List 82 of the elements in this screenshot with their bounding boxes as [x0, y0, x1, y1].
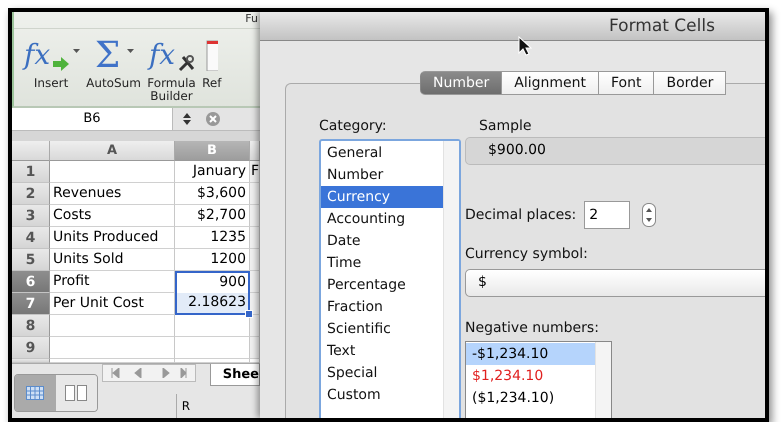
row-header[interactable]: 6: [12, 271, 50, 293]
list-item[interactable]: ($1,234.10): [466, 387, 595, 409]
normal-view-button[interactable]: [15, 375, 56, 411]
caret-icon: [73, 49, 80, 53]
scrollbar-track[interactable]: [443, 141, 459, 418]
ribbon-button[interactable]: Ref: [202, 33, 222, 90]
pages-icon: [65, 385, 88, 401]
window-title: Format Cells: [609, 16, 715, 36]
decimal-places-label: Decimal places:: [465, 206, 576, 224]
ribbon-button[interactable]: fx Formula Builder: [146, 33, 196, 103]
table-cell: Costs: [50, 205, 175, 227]
fill-handle[interactable]: [245, 310, 253, 318]
ribbon-button[interactable]: fx Insert: [22, 33, 80, 90]
scrollbar-track[interactable]: [595, 342, 611, 418]
table-cell: Revenues: [50, 183, 175, 205]
ribbon-button[interactable]: Σ AutoSum: [86, 33, 141, 90]
list-item[interactable]: Accounting: [321, 208, 443, 230]
table-cell: $2,700: [175, 205, 250, 227]
tab[interactable]: Font: [598, 71, 654, 95]
stepper-icon[interactable]: [642, 203, 656, 227]
currency-symbol-dropdown[interactable]: $: [465, 269, 765, 297]
selected-cell: 900: [175, 271, 250, 293]
list-item[interactable]: Fraction: [321, 296, 443, 318]
column-header[interactable]: A: [50, 141, 175, 161]
tools-icon: [178, 54, 196, 72]
table-cell: F: [250, 161, 260, 183]
table-cell: 1235: [175, 227, 250, 249]
tab[interactable]: Border: [654, 71, 726, 95]
sample-label: Sample: [479, 117, 532, 135]
pointer-icon: [518, 36, 532, 56]
sheet-navigation-icon[interactable]: [110, 368, 187, 378]
tab[interactable]: Alignment: [502, 71, 599, 95]
row-header[interactable]: 8: [12, 315, 50, 337]
list-item[interactable]: Text: [321, 340, 443, 362]
list-item[interactable]: Special: [321, 362, 443, 384]
function-icon: fx: [146, 36, 178, 74]
list-item[interactable]: Date: [321, 230, 443, 252]
group-title: Fu: [14, 12, 260, 29]
arrow-icon: [53, 57, 70, 71]
negative-numbers-list[interactable]: -$1,234.10 $1,234.10 ($1,234.10): [465, 341, 612, 418]
category-list[interactable]: General Number Currency Accounting Date Time Percentage Fraction Scientific Text Special Custom: [319, 139, 461, 418]
row-header[interactable]: 2: [12, 183, 50, 205]
grid-icon: [26, 386, 44, 400]
table-cell: January: [175, 161, 250, 183]
list-item[interactable]: Time: [321, 252, 443, 274]
category-label: Category:: [319, 117, 388, 135]
table-cell: Units Sold: [50, 249, 175, 271]
row-header[interactable]: 1: [12, 161, 50, 183]
row-header[interactable]: 5: [12, 249, 50, 271]
select-all-corner[interactable]: [12, 141, 50, 161]
list-item[interactable]: Scientific: [321, 318, 443, 340]
caret-icon: [127, 49, 134, 53]
sheet-tab[interactable]: Shee: [210, 364, 260, 386]
list-item[interactable]: Currency: [321, 186, 443, 208]
stepper-icon[interactable]: [183, 113, 191, 126]
list-item[interactable]: General: [321, 142, 443, 164]
list-item[interactable]: Percentage: [321, 274, 443, 296]
row-header[interactable]: 9: [12, 337, 50, 359]
row-header[interactable]: 7: [12, 293, 50, 315]
list-item[interactable]: -$1,234.10: [466, 343, 595, 365]
cancel-icon[interactable]: [205, 111, 221, 128]
list-item[interactable]: $1,234.10: [466, 365, 595, 387]
table-cell: Profit: [50, 271, 175, 293]
selected-cell: 2.18623: [175, 293, 250, 315]
document-icon: [206, 39, 218, 71]
name-box[interactable]: B6: [12, 108, 173, 130]
table-cell: Units Produced: [50, 227, 175, 249]
function-icon: fx: [22, 36, 54, 74]
table-cell: Per Unit Cost: [50, 293, 175, 315]
table-cell: 1200: [175, 249, 250, 271]
currency-symbol-label: Currency symbol:: [465, 245, 589, 263]
sigma-icon: Σ: [92, 32, 124, 78]
column-header[interactable]: [250, 141, 260, 161]
negative-numbers-label: Negative numbers:: [465, 319, 600, 337]
row-header[interactable]: 3: [12, 205, 50, 227]
row-header[interactable]: 4: [12, 227, 50, 249]
sample-preview: $900.00: [465, 137, 765, 165]
decimal-places-field[interactable]: 2: [584, 201, 630, 229]
table-cell: $3,600: [175, 183, 250, 205]
list-item[interactable]: Custom: [321, 384, 443, 406]
tab[interactable]: Number: [420, 71, 502, 95]
list-item[interactable]: Number: [321, 164, 443, 186]
